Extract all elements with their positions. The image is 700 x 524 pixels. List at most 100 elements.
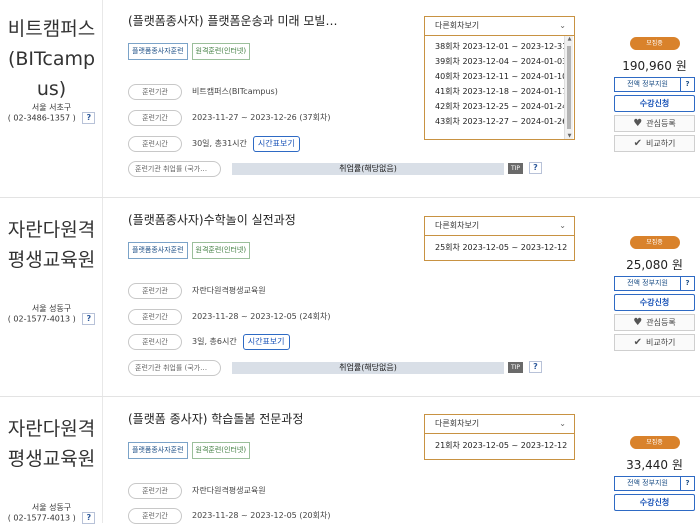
- course-tags: 플랫폼종사자훈련 원격훈련(인터넷): [128, 43, 251, 60]
- org-phone-row: ( 02-1577-4013 ) ?: [0, 313, 103, 325]
- status-badge: 모집중: [629, 37, 680, 50]
- time-label: 훈련시간: [128, 135, 182, 152]
- timetable-button[interactable]: 시간표보기: [252, 135, 300, 152]
- org-value: 자란다원격평생교육원: [192, 486, 266, 495]
- session-dropdown-head[interactable]: 다른회차보기 ⌄: [425, 17, 574, 36]
- help-button[interactable]: ?: [529, 361, 542, 373]
- session-option[interactable]: 38회차 2023-12-01 ~ 2023-12-31: [435, 39, 574, 54]
- apply-button[interactable]: 수강신청: [614, 494, 695, 511]
- session-dropdown-label: 다른회차보기: [435, 419, 480, 428]
- support-help-button[interactable]: ?: [680, 78, 694, 91]
- session-dropdown-head[interactable]: 다른회차보기 ⌄: [425, 415, 574, 434]
- session-dropdown[interactable]: 다른회차보기 ⌄ 25회차 2023-12-05 ~ 2023-12-12: [424, 216, 575, 261]
- course-title[interactable]: (플랫폼종사자)수학놀이 실전과정: [128, 211, 296, 228]
- course-title[interactable]: (플랫폼종사자) 플랫폼운송과 미래 모빌리…: [128, 12, 348, 29]
- wish-button[interactable]: ♥ 관심등록: [614, 115, 695, 132]
- chevron-down-icon: ⌄: [559, 21, 566, 30]
- price: 190,960 원: [622, 59, 687, 73]
- tip-badge[interactable]: TIP: [508, 163, 523, 174]
- session-dropdown-label: 다른회차보기: [435, 221, 480, 230]
- org-name[interactable]: 비트캠퍼스(BITcampus): [0, 14, 103, 104]
- wish-label: 관심등록: [646, 318, 676, 327]
- course-card-2: 자란다원격평생교육원 서울 성동구 ( 02-1577-4013 ) ? (플랫…: [0, 198, 700, 397]
- compare-button[interactable]: ✔ 비교하기: [614, 334, 695, 351]
- org-value: 자란다원격평생교육원: [192, 286, 266, 295]
- session-option[interactable]: 43회차 2023-12-27 ~ 2024-01-26: [435, 114, 574, 129]
- time-row: 훈련시간 30일, 총31시간 시간표보기: [128, 135, 300, 152]
- compare-button[interactable]: ✔ 비교하기: [614, 135, 695, 152]
- support-label: 전액 정부지원: [627, 80, 668, 88]
- session-option[interactable]: 41회차 2023-12-18 ~ 2024-01-17: [435, 84, 574, 99]
- support-label: 전액 정부지원: [627, 479, 668, 487]
- period-row: 훈련기간 2023-11-28 ~ 2023-12-05 (20회차): [128, 507, 330, 524]
- period-value: 2023-11-28 ~ 2023-12-05 (20회차): [192, 511, 331, 520]
- org-label: 훈련기관: [128, 83, 182, 100]
- session-dropdown-head[interactable]: 다른회차보기 ⌄: [425, 217, 574, 236]
- status-badge: 모집중: [629, 236, 680, 249]
- tag-remote: 원격훈련(인터넷): [191, 442, 251, 459]
- session-option[interactable]: 40회차 2023-12-11 ~ 2024-01-10: [435, 69, 574, 84]
- course-tags: 플랫폼종사자훈련 원격훈련(인터넷): [128, 242, 251, 259]
- session-dropdown-label: 다른회차보기: [435, 21, 480, 30]
- session-dropdown[interactable]: 다른회차보기 ⌄ 38회차 2023-12-01 ~ 2023-12-31 39…: [424, 16, 575, 140]
- scroll-up-icon[interactable]: ▲: [565, 36, 574, 42]
- price-column: 모집중 190,960 원 전액 정부지원 ? 수강신청 ♥ 관심등록 ✔ 비교하기: [614, 37, 695, 152]
- org-name[interactable]: 자란다원격평생교육원: [0, 215, 103, 275]
- scroll-down-icon[interactable]: ▼: [565, 133, 574, 139]
- session-list: 38회차 2023-12-01 ~ 2023-12-31 39회차 2023-1…: [425, 36, 574, 139]
- apply-button[interactable]: 수강신청: [614, 294, 695, 311]
- time-label: 훈련시간: [128, 333, 182, 350]
- employment-row: 훈련기관 취업률 (국가…: [128, 359, 221, 376]
- support-box: 전액 정부지원 ?: [614, 476, 695, 491]
- period-label: 훈련기간: [128, 308, 182, 325]
- apply-button[interactable]: 수강신청: [614, 95, 695, 112]
- org-value: 비트캠퍼스(BITcampus): [192, 87, 278, 96]
- course-card-3: 자란다원격평생교육원 서울 성동구 ( 02-1577-4013 ) ? (플랫…: [0, 397, 700, 524]
- compare-label: 비교하기: [645, 139, 676, 148]
- session-list: 25회차 2023-12-05 ~ 2023-12-12: [425, 236, 574, 255]
- heart-icon: ♥: [633, 118, 643, 129]
- scrollbar[interactable]: ▲ ▼: [564, 36, 573, 139]
- help-button[interactable]: ?: [82, 313, 96, 325]
- org-phone: ( 02-1577-4013 ): [7, 314, 76, 324]
- timetable-button[interactable]: 시간표보기: [242, 333, 290, 350]
- session-dropdown[interactable]: 다른회차보기 ⌄ 21회차 2023-12-05 ~ 2023-12-12: [424, 414, 575, 460]
- chevron-down-icon: ⌄: [559, 221, 566, 230]
- session-option[interactable]: 21회차 2023-12-05 ~ 2023-12-12: [435, 438, 574, 453]
- org-name[interactable]: 자란다원격평생교육원: [0, 414, 103, 474]
- wish-button[interactable]: ♥ 관심등록: [614, 314, 695, 331]
- support-box: 전액 정부지원 ?: [614, 77, 695, 92]
- wish-label: 관심등록: [646, 119, 676, 128]
- help-button[interactable]: ?: [82, 112, 96, 124]
- scrollbar-thumb[interactable]: [567, 46, 571, 129]
- session-list: 21회차 2023-12-05 ~ 2023-12-12: [425, 434, 574, 453]
- employment-bar: 취업률(해당없음): [232, 362, 504, 374]
- support-help-button[interactable]: ?: [680, 477, 694, 490]
- support-help-button[interactable]: ?: [680, 277, 694, 290]
- session-option[interactable]: 39회차 2023-12-04 ~ 2024-01-03: [435, 54, 574, 69]
- help-button[interactable]: ?: [529, 162, 542, 174]
- period-label: 훈련기간: [128, 507, 182, 524]
- employment-label[interactable]: 훈련기관 취업률 (국가…: [128, 359, 221, 376]
- org-column: 비트캠퍼스(BITcampus) 서울 서초구 ( 02-3486-1357 )…: [0, 0, 103, 197]
- org-row: 훈련기관 자란다원격평생교육원: [128, 282, 266, 299]
- session-option[interactable]: 25회차 2023-12-05 ~ 2023-12-12: [435, 240, 574, 255]
- tip-badge[interactable]: TIP: [508, 362, 523, 373]
- price-column: 모집중 25,080 원 전액 정부지원 ? 수강신청 ♥ 관심등록 ✔ 비교하기: [614, 236, 695, 351]
- period-label: 훈련기간: [128, 109, 182, 126]
- check-icon: ✔: [633, 138, 642, 149]
- price: 25,080 원: [626, 258, 683, 272]
- period-value: 2023-11-28 ~ 2023-12-05 (24회차): [192, 312, 331, 321]
- employment-label[interactable]: 훈련기관 취업률 (국가…: [128, 160, 221, 177]
- tag-remote: 원격훈련(인터넷): [191, 43, 251, 60]
- compare-label: 비교하기: [645, 338, 676, 347]
- org-phone-row: ( 02-3486-1357 ) ?: [0, 112, 103, 124]
- time-value: 30일, 총31시간: [192, 139, 247, 148]
- session-option[interactable]: 42회차 2023-12-25 ~ 2024-01-24: [435, 99, 574, 114]
- time-row: 훈련시간 3일, 총6시간 시간표보기: [128, 333, 290, 350]
- org-row: 훈련기관 비트캠퍼스(BITcampus): [128, 83, 278, 100]
- employment-row: 훈련기관 취업률 (국가…: [128, 160, 221, 177]
- org-phone: ( 02-3486-1357 ): [7, 113, 76, 123]
- help-button[interactable]: ?: [82, 512, 96, 524]
- course-title[interactable]: (플랫폼 종사자) 학습돌봄 전문과정: [128, 410, 303, 427]
